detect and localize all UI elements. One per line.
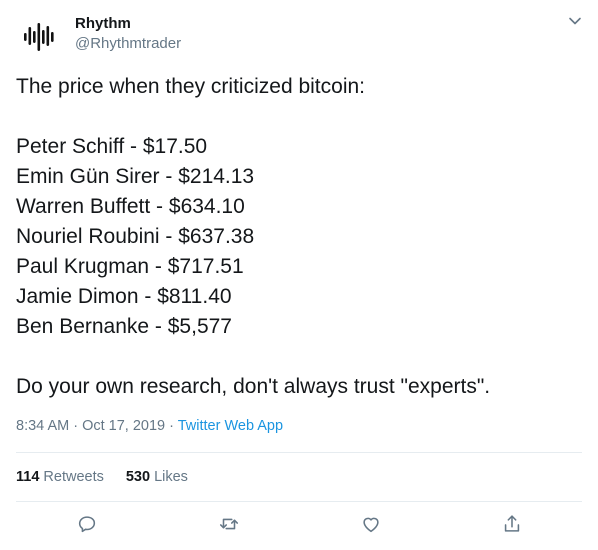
tweet-source-link[interactable]: Twitter Web App <box>178 418 283 434</box>
author-name[interactable]: Rhythm <box>75 14 131 34</box>
share-icon[interactable] <box>501 513 523 535</box>
meta-separator: · <box>165 418 178 434</box>
like-icon[interactable] <box>360 513 382 535</box>
price-item: Ben Bernanke - $5,577 <box>16 315 232 338</box>
likes-stat[interactable]: 530 Likes <box>126 467 188 487</box>
tweet-card: Rhythm @Rhythmtrader The price when they… <box>0 0 598 550</box>
soundwave-logo-icon <box>24 23 54 51</box>
retweets-label: Retweets <box>43 469 104 485</box>
chevron-down-icon[interactable] <box>566 12 584 30</box>
tweet-intro: The price when they criticized bitcoin: <box>16 75 365 98</box>
price-item: Nouriel Roubini - $637.38 <box>16 225 255 248</box>
avatar[interactable] <box>16 13 64 61</box>
likes-count: 530 <box>125 469 151 485</box>
tweet-meta: 8:34 AM · Oct 17, 2019 · Twitter Web App <box>16 416 283 436</box>
tweet-stats: 114 Retweets 530 Likes <box>16 467 188 487</box>
author-handle[interactable]: @Rhythmtrader <box>75 34 181 54</box>
retweet-icon[interactable] <box>218 513 240 535</box>
likes-label: Likes <box>154 469 188 485</box>
tweet-date[interactable]: Oct 17, 2019 <box>82 418 165 434</box>
meta-separator: · <box>69 418 83 434</box>
tweet-outro: Do your own research, don't always trust… <box>16 375 491 398</box>
price-item: Peter Schiff - $17.50 <box>16 135 208 158</box>
retweets-count: 114 <box>16 469 40 485</box>
divider <box>16 501 582 502</box>
price-item: Jamie Dimon - $811.40 <box>16 285 232 308</box>
divider <box>16 452 582 453</box>
price-item: Warren Buffett - $634.10 <box>16 195 245 218</box>
price-item: Emin Gün Sirer - $214.13 <box>16 165 255 188</box>
retweets-stat[interactable]: 114 Retweets <box>16 467 104 487</box>
price-item: Paul Krugman - $717.51 <box>16 255 244 278</box>
tweet-time[interactable]: 8:34 AM <box>16 418 69 434</box>
reply-icon[interactable] <box>76 513 98 535</box>
tweet-text: The price when they criticized bitcoin: … <box>16 72 586 402</box>
